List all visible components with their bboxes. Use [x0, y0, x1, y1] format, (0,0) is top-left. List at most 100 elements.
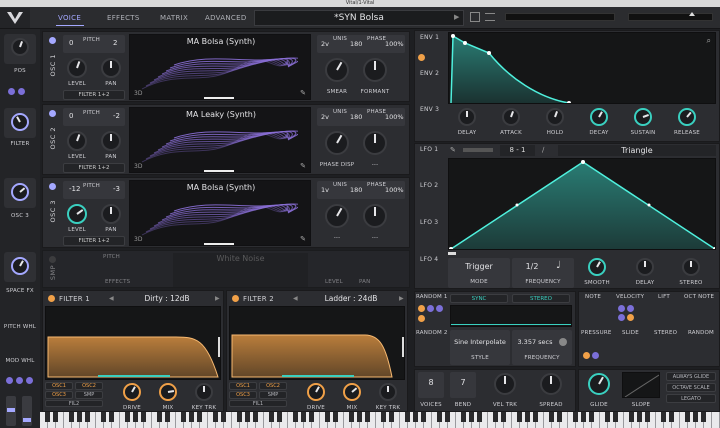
piano-black-key[interactable]: [701, 412, 706, 422]
filter-next-icon[interactable]: ▶: [399, 295, 404, 302]
piano-black-key[interactable]: [389, 412, 394, 422]
piano-black-key[interactable]: [669, 412, 674, 422]
piano-black-key[interactable]: [517, 412, 522, 422]
piano-black-key[interactable]: [333, 412, 338, 422]
osc-pan-knob[interactable]: [101, 204, 121, 224]
lfo-tab-3[interactable]: LFO 3: [420, 219, 438, 226]
random-style-box[interactable]: Sine Interpolate STYLE: [450, 330, 510, 365]
mod-source-pos[interactable]: [4, 34, 36, 64]
menu-icon[interactable]: [485, 13, 495, 21]
env-tab-3[interactable]: ENV 3: [420, 106, 439, 113]
piano-black-key[interactable]: [189, 412, 194, 422]
piano-black-key[interactable]: [557, 412, 562, 422]
osc-spectral-knob-2[interactable]: [363, 58, 387, 82]
filter-route-link[interactable]: FIL1: [229, 400, 287, 407]
phase-value[interactable]: 180: [350, 40, 362, 48]
env-drag-dot[interactable]: [418, 54, 425, 61]
preset-name[interactable]: *SYN Bolsa: [254, 10, 464, 26]
octave-scale-toggle[interactable]: OCTAVE SCALE: [666, 383, 716, 392]
piano-black-key[interactable]: [365, 412, 370, 422]
env-delay-knob[interactable]: [458, 108, 476, 126]
piano-black-key[interactable]: [133, 412, 138, 422]
piano-black-key[interactable]: [237, 412, 242, 422]
piano-black-key[interactable]: [269, 412, 274, 422]
lfo-mode-box[interactable]: Trigger MODE: [448, 258, 510, 288]
wave-frame-slider[interactable]: [204, 170, 234, 172]
filter-route-link[interactable]: FIL2: [45, 400, 103, 407]
voices-value[interactable]: 8: [418, 378, 444, 387]
dimension-label[interactable]: 3D: [134, 90, 142, 97]
random-freq-box[interactable]: 3.357 secs FREQUENCY: [512, 330, 572, 365]
unison-voices[interactable]: 1v: [321, 186, 329, 194]
lfo-phase-marker[interactable]: [448, 252, 456, 255]
pos-knob[interactable]: [11, 38, 29, 56]
filter-route-osc3[interactable]: OSC3: [229, 391, 257, 399]
filter-route-osc1[interactable]: OSC1: [229, 382, 257, 390]
unison-voices[interactable]: 2v: [321, 40, 329, 48]
filter-mix-knob[interactable]: [159, 383, 177, 401]
filter-route-osc2[interactable]: OSC2: [259, 382, 287, 390]
piano-black-key[interactable]: [501, 412, 506, 422]
piano-black-key[interactable]: [413, 412, 418, 422]
random-freq-value[interactable]: 3.357 secs: [512, 338, 558, 346]
piano-black-key[interactable]: [45, 412, 50, 422]
edit-icon[interactable]: ✎: [300, 235, 306, 243]
piano-black-key[interactable]: [445, 412, 450, 422]
filter-type[interactable]: Dirty : 12dB: [113, 294, 221, 304]
piano-black-key[interactable]: [253, 412, 258, 422]
dimension-label[interactable]: 3D: [134, 163, 142, 170]
piano-black-key[interactable]: [693, 412, 698, 422]
env-sustain-knob[interactable]: [634, 108, 652, 126]
osc-transpose[interactable]: -12: [69, 185, 80, 193]
osc-spectral-knob-1[interactable]: [325, 204, 349, 228]
piano-black-key[interactable]: [437, 412, 442, 422]
osc-level-knob[interactable]: [67, 204, 87, 224]
tab-effects[interactable]: EFFECTS: [107, 12, 140, 24]
lfo-freq-value[interactable]: 1/2: [512, 262, 552, 271]
env-attack-knob[interactable]: [502, 108, 520, 126]
piano-black-key[interactable]: [661, 412, 666, 422]
filter-mix-knob[interactable]: [343, 383, 361, 401]
filter-route-osc3[interactable]: OSC3: [45, 391, 73, 399]
piano-black-key[interactable]: [197, 412, 202, 422]
mod-source-spacefx[interactable]: [4, 252, 36, 282]
osc-spectral-knob-1[interactable]: [325, 131, 349, 155]
piano-black-key[interactable]: [525, 412, 530, 422]
osc-enable-toggle[interactable]: [49, 110, 56, 117]
piano-black-key[interactable]: [245, 412, 250, 422]
lfo-freq-box[interactable]: 1/2 ♩ FREQUENCY: [512, 258, 574, 288]
note-icon[interactable]: ♩: [556, 260, 561, 271]
phase-value[interactable]: 180: [350, 186, 362, 194]
filter-keytrk-knob[interactable]: [379, 383, 397, 401]
wavetable-display[interactable]: MA Leaky (Synth) 3D ✎: [129, 107, 311, 173]
smp-enable-toggle[interactable]: [49, 256, 56, 263]
piano-keyboard[interactable]: [40, 412, 720, 428]
filter-route-osc1[interactable]: OSC1: [45, 382, 73, 390]
voices-box[interactable]: 8: [418, 372, 444, 398]
random-sync-toggle[interactable]: SYNC: [450, 294, 508, 303]
piano-black-key[interactable]: [589, 412, 594, 422]
piano-black-key[interactable]: [293, 412, 298, 422]
tempo-icon[interactable]: [559, 338, 567, 346]
filter-prev-icon[interactable]: ◀: [293, 295, 298, 302]
osc-spectral-knob-2[interactable]: [363, 131, 387, 155]
filter-route-smp[interactable]: SMP: [75, 391, 103, 399]
lfo-stereo-knob[interactable]: [682, 258, 700, 276]
legato-toggle[interactable]: LEGATO: [666, 394, 716, 403]
tab-voice[interactable]: VOICE: [58, 12, 81, 24]
wavetable-display[interactable]: MA Bolsa (Synth) 3D ✎: [129, 180, 311, 246]
mod-source-osc3[interactable]: [4, 178, 36, 208]
piano-black-key[interactable]: [141, 412, 146, 422]
tab-advanced[interactable]: ADVANCED: [205, 12, 247, 24]
piano-black-key[interactable]: [221, 412, 226, 422]
wavetable-name[interactable]: MA Bolsa (Synth): [130, 37, 310, 46]
filter-keytrk-knob[interactable]: [195, 383, 213, 401]
piano-black-key[interactable]: [277, 412, 282, 422]
osc-pan-knob[interactable]: [101, 58, 121, 78]
vel-trk-knob[interactable]: [494, 373, 516, 395]
volume-marker[interactable]: [689, 12, 695, 16]
always-glide-toggle[interactable]: ALWAYS GLIDE: [666, 372, 716, 381]
filter-response-graph[interactable]: [229, 306, 405, 380]
filter-enable-toggle[interactable]: [232, 295, 239, 302]
spread-knob[interactable]: [540, 373, 562, 395]
